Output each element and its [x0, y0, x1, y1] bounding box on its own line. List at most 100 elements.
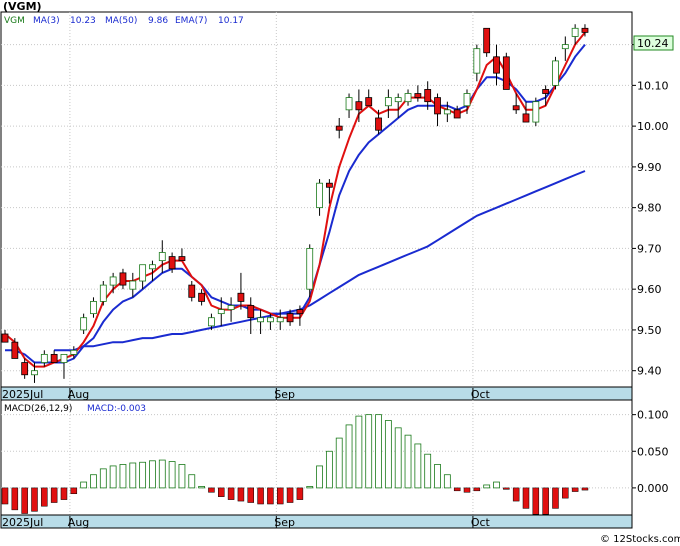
candle-up: [208, 317, 215, 327]
candle-down: [522, 113, 530, 123]
candle-down: [434, 97, 441, 115]
macd-bar-negative: [257, 487, 264, 505]
candle-up: [90, 301, 97, 315]
macd-bar-negative: [542, 487, 549, 515]
date-label: Sep: [274, 388, 295, 401]
candle-up: [463, 93, 471, 107]
macd-bar-positive: [99, 468, 107, 489]
candle-up: [158, 252, 166, 262]
candle-up: [217, 309, 225, 315]
macd-bar-positive: [443, 474, 451, 489]
candle-down: [453, 109, 461, 119]
ema7-legend-value: 10.17: [218, 16, 244, 26]
candle-up: [276, 317, 284, 323]
ma50-legend-label: MA(50): [105, 16, 137, 26]
macd-bar-negative: [227, 487, 235, 500]
macd-bar-positive: [434, 464, 441, 489]
macd-bar-positive: [325, 450, 333, 489]
macd-bar-positive: [355, 415, 363, 489]
candle-up: [109, 276, 117, 286]
candle-up: [267, 317, 274, 323]
candle-up: [40, 353, 48, 363]
macd-bar-positive: [394, 427, 402, 489]
macd-bar-negative: [463, 487, 471, 493]
candle-down: [414, 93, 422, 98]
candle-up: [532, 101, 540, 123]
macd-panel: 0.100 0.050 0.000 MACD(26,12,9) MACD:-0.00…: [0, 399, 669, 516]
date-label: Sep: [274, 516, 295, 529]
macd-bar-negative: [50, 487, 58, 503]
candle-down: [50, 353, 58, 363]
macd-y-axis-labels: 0.100 0.050 0.000: [637, 409, 669, 495]
candle-down: [119, 272, 127, 286]
candle-down: [375, 117, 382, 131]
candle-down: [168, 256, 176, 270]
date-label: 2025Jul: [2, 516, 43, 529]
candle-down: [581, 27, 589, 33]
candle-down: [325, 182, 333, 188]
price-tick-label: 9.70: [637, 242, 662, 255]
candle-up: [394, 97, 402, 103]
macd-bar-negative: [11, 487, 19, 511]
macd-bar-negative: [1, 487, 9, 505]
macd-bar-positive: [168, 461, 176, 489]
macd-bar-negative: [286, 487, 294, 503]
macd-bar-negative: [522, 487, 530, 509]
macd-bar-negative: [267, 487, 274, 505]
ema7-legend-label: EMA(7): [175, 16, 207, 26]
macd-bar-positive: [119, 464, 127, 489]
macd-bar-positive: [384, 420, 392, 489]
price-panel: 9.409.509.609.709.809.9010.0010.1010.20 …: [0, 0, 674, 388]
date-label: Oct: [471, 388, 491, 401]
macd-bar-negative: [276, 487, 284, 505]
macd-bar-negative: [41, 487, 48, 507]
price-tick-label: 9.50: [637, 324, 662, 337]
candle-up: [443, 109, 451, 115]
macd-bar-positive: [483, 484, 491, 489]
price-tick-label: 10.10: [637, 79, 669, 92]
macd-bar-negative: [296, 487, 304, 500]
footer-copyright: © 12Stocks.com: [600, 534, 680, 545]
macd-bar-positive: [178, 464, 186, 489]
price-tick-label: 9.60: [637, 283, 662, 296]
candle-up: [99, 284, 107, 302]
candle-down: [247, 305, 255, 319]
macd-bar-negative: [562, 487, 569, 499]
macd-bar-positive: [345, 424, 353, 489]
macd-bar-positive: [306, 486, 314, 489]
candle-up: [316, 182, 323, 209]
candle-up: [571, 27, 579, 37]
candle-up: [404, 93, 412, 103]
macd-bar-negative: [237, 487, 245, 502]
candle-down: [188, 284, 196, 298]
candle-up: [552, 60, 559, 86]
date-label: Aug: [68, 388, 89, 401]
date-label: Oct: [471, 516, 491, 529]
macd-bar-positive: [139, 461, 147, 489]
candle-up: [345, 97, 353, 111]
macd-bar-positive: [129, 462, 137, 489]
candle-up: [31, 370, 38, 376]
candle-down: [542, 89, 550, 94]
macd-bar-negative: [453, 487, 461, 492]
candle-down: [335, 125, 343, 131]
macd-bar-positive: [424, 453, 432, 489]
price-y-axis-labels: 9.409.509.609.709.809.9010.0010.1010.20: [637, 39, 669, 378]
macd-bar-positive: [158, 459, 166, 489]
macd-bar-negative: [552, 487, 559, 509]
macd-bar-positive: [365, 414, 373, 489]
macd-bar-negative: [21, 487, 28, 514]
candle-down: [493, 56, 500, 74]
last-price-text: 10.24: [637, 37, 669, 50]
candle-up: [384, 97, 392, 107]
price-tick-label: 9.90: [637, 161, 662, 174]
candle-up: [473, 48, 481, 74]
macd-bar-negative: [247, 487, 254, 503]
date-axis-bar-bottom: [0, 514, 633, 529]
candle-up: [60, 353, 68, 363]
candle-up: [80, 317, 88, 331]
macd-bar-positive: [188, 474, 196, 489]
macd-bar-positive: [316, 465, 323, 489]
macd-bar-positive: [335, 437, 343, 489]
macd-legend-value: MACD:-0.003: [87, 404, 146, 414]
